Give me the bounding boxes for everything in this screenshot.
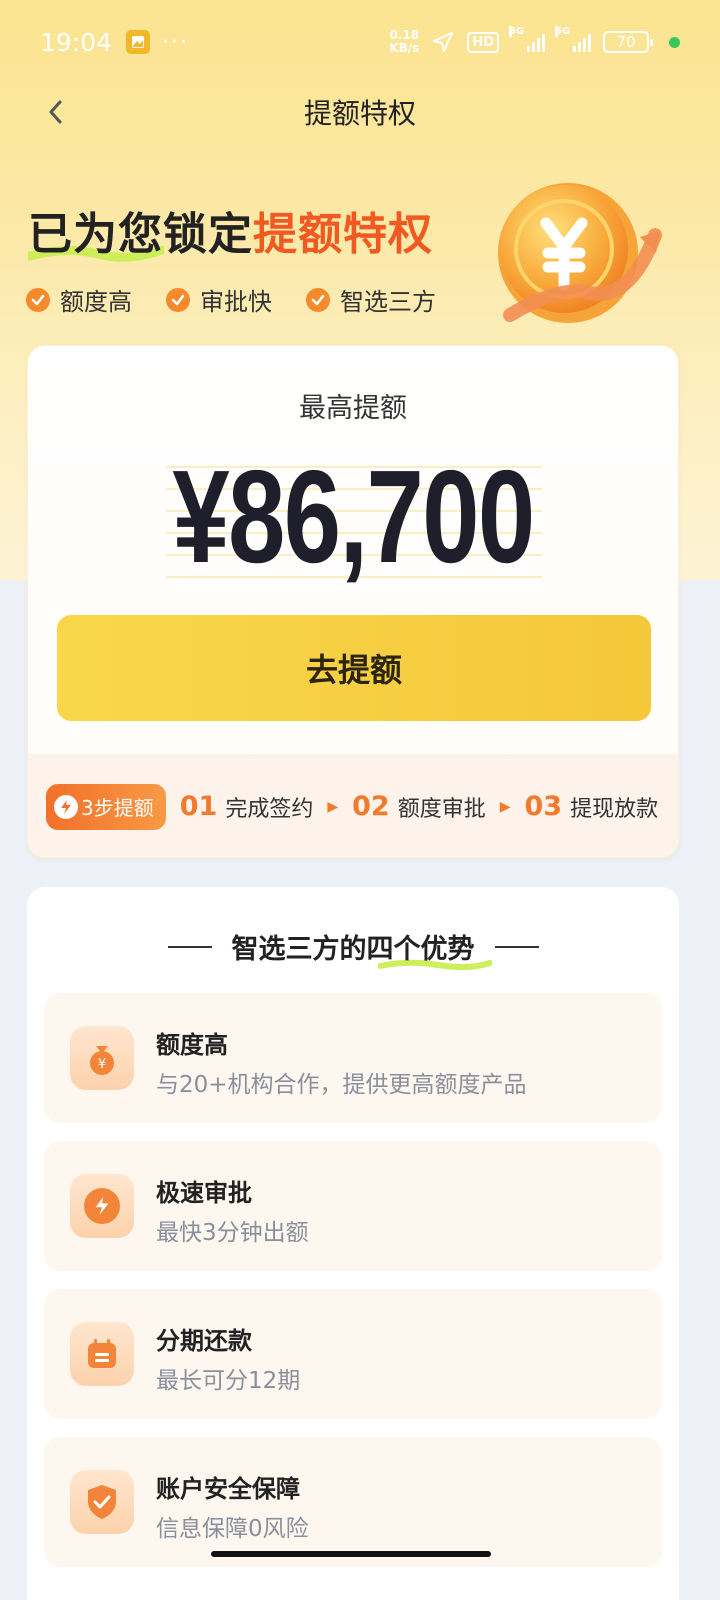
hero-tag-label: 智选三方 xyxy=(340,288,436,316)
advantage-name: 账户安全保障 xyxy=(156,1475,300,1503)
step-label: 完成签约 xyxy=(225,796,314,822)
divider xyxy=(494,945,539,948)
page-title: 提额特权 xyxy=(303,97,416,130)
check-icon xyxy=(166,287,190,312)
hero-tag: 智选三方 xyxy=(306,282,436,317)
steps-badge-label: 3步提额 xyxy=(81,796,154,820)
location-arrow-icon xyxy=(433,32,454,52)
signal-icon-2: 5G xyxy=(555,26,591,52)
advantages-header: 智选三方的四个优势 xyxy=(27,927,679,970)
battery-icon: 70 xyxy=(603,31,653,53)
signal-icon: 5G xyxy=(509,26,545,52)
hero-tag: 审批快 xyxy=(166,282,272,317)
advantage-name: 分期还款 xyxy=(156,1327,252,1355)
gallery-notification-icon xyxy=(126,30,151,54)
advantage-desc: 最长可分12期 xyxy=(156,1368,301,1394)
more-notifications-icon: ··· xyxy=(162,29,190,55)
lightning-icon xyxy=(70,1174,134,1238)
advantage-name: 极速审批 xyxy=(156,1179,252,1207)
yen-coin-icon xyxy=(498,183,662,323)
amount-card: 最高提额 ¥86,700 去提额 3步提额 01 完成签约 ▶ 02 额度审批 … xyxy=(27,345,679,858)
network-type-2: 5G xyxy=(555,26,571,37)
hero-tag-label: 额度高 xyxy=(60,288,132,316)
advantages-card: 智选三方的四个优势 ¥ 额度高 与20+机构合作，提供更高额度产品 极速审批 最… xyxy=(27,887,679,1600)
advantages-title: 智选三方的四个优势 xyxy=(231,927,492,970)
steps-bar: 3步提额 01 完成签约 ▶ 02 额度审批 ▶ 03 提现放款 xyxy=(28,754,678,857)
privacy-indicator-dot xyxy=(669,36,680,48)
divider xyxy=(167,945,212,948)
triangle-right-icon: ▶ xyxy=(499,798,511,815)
advantage-desc: 最快3分钟出额 xyxy=(156,1220,309,1246)
status-time: 19:04 xyxy=(40,27,113,57)
advantage-desc: 信息保障0风险 xyxy=(156,1516,309,1542)
step-item: 03 提现放款 xyxy=(524,791,658,823)
advantages-title-text: 智选三方的四个优势 xyxy=(231,934,475,965)
step-number: 01 xyxy=(179,791,218,822)
step-number: 02 xyxy=(352,791,390,822)
hd-badge: HD xyxy=(467,31,499,53)
step-item: 02 额度审批 ▶ xyxy=(352,791,510,823)
step-item: 01 完成签约 ▶ xyxy=(180,791,338,823)
check-icon xyxy=(306,287,330,312)
check-icon xyxy=(26,287,50,312)
step-label: 额度审批 xyxy=(397,796,486,822)
hero-title-highlight: 提额特权 xyxy=(253,209,433,260)
speed-unit: KB/s xyxy=(389,41,420,55)
advantage-item: ¥ 额度高 与20+机构合作，提供更高额度产品 xyxy=(44,993,662,1123)
hero-tags: 额度高 审批快 智选三方 xyxy=(26,282,436,317)
hero-tag-label: 审批快 xyxy=(200,288,272,316)
advantage-item: 分期还款 最长可分12期 xyxy=(44,1289,662,1419)
advantage-item: 账户安全保障 信息保障0风险 xyxy=(44,1437,662,1567)
hero-tag: 额度高 xyxy=(26,282,132,317)
advantage-desc: 与20+机构合作，提供更高额度产品 xyxy=(156,1072,527,1098)
hero-title: 已为您锁定提额特权 xyxy=(28,198,433,262)
steps-badge: 3步提额 xyxy=(46,783,166,830)
advantage-item: 极速审批 最快3分钟出额 xyxy=(44,1141,662,1271)
nav-bar: 提额特权 xyxy=(0,84,720,140)
money-bag-icon: ¥ xyxy=(70,1026,134,1090)
hero-title-prefix: 已为您锁定 xyxy=(28,209,253,260)
calendar-icon xyxy=(70,1322,134,1386)
battery-level: 70 xyxy=(616,33,636,51)
lightning-icon xyxy=(54,794,78,819)
triangle-right-icon: ▶ xyxy=(327,798,339,815)
network-type: 5G xyxy=(509,26,525,37)
advantage-name: 额度高 xyxy=(156,1031,228,1059)
max-amount-value: ¥86,700 xyxy=(172,443,535,590)
max-amount-label: 最高提额 xyxy=(299,393,407,424)
status-bar: 19:04 ··· 0.18 KB/s HD 5G 5G 70 xyxy=(0,0,720,84)
network-speed: 0.18 KB/s xyxy=(389,29,419,55)
shield-icon xyxy=(70,1470,134,1534)
increase-limit-button[interactable]: 去提额 xyxy=(57,615,651,721)
home-indicator[interactable] xyxy=(211,1551,491,1557)
step-number: 03 xyxy=(524,791,563,822)
step-label: 提现放款 xyxy=(570,796,659,822)
svg-text:¥: ¥ xyxy=(98,1057,106,1072)
